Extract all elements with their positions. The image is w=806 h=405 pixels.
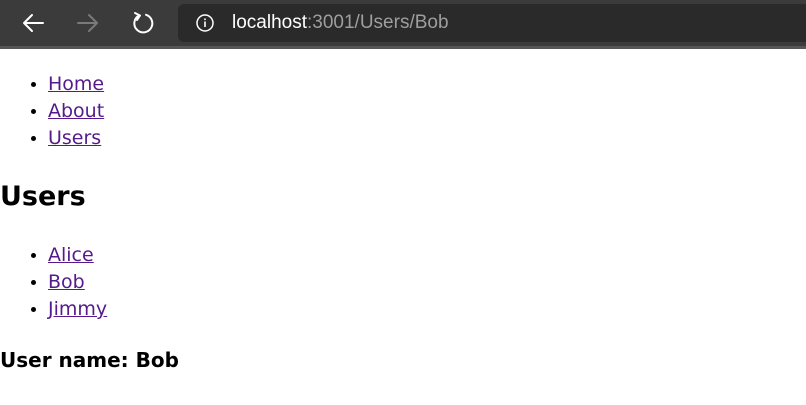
reload-icon (133, 12, 154, 34)
url-host: localhost (232, 12, 307, 33)
user-name-heading: User name: Bob (0, 348, 179, 372)
address-bar[interactable]: localhost:3001/Users/Bob (178, 4, 806, 42)
reload-button[interactable] (128, 9, 158, 37)
forward-arrow-icon (77, 14, 98, 32)
back-arrow-icon (23, 14, 44, 32)
nav-item-about: About (48, 98, 104, 125)
user-item-jimmy: Jimmy (48, 296, 107, 323)
url-text[interactable]: localhost:3001/Users/Bob (232, 12, 449, 34)
page-title: Users (0, 181, 86, 212)
nav-link-about[interactable]: About (48, 100, 104, 122)
user-link-alice[interactable]: Alice (48, 244, 94, 266)
nav-item-users: Users (48, 125, 104, 152)
nav-link-users[interactable]: Users (48, 127, 101, 149)
users-list: Alice Bob Jimmy (0, 242, 107, 323)
info-icon[interactable] (196, 14, 214, 32)
main-nav: Home About Users (0, 71, 104, 152)
user-item-bob: Bob (48, 269, 107, 296)
back-button[interactable] (18, 9, 48, 37)
browser-toolbar: localhost:3001/Users/Bob (0, 0, 806, 49)
url-path: :3001/Users/Bob (307, 12, 449, 33)
user-link-jimmy[interactable]: Jimmy (48, 298, 107, 320)
nav-item-home: Home (48, 71, 104, 98)
forward-button[interactable] (73, 9, 103, 37)
user-link-bob[interactable]: Bob (48, 271, 85, 293)
nav-link-home[interactable]: Home (48, 73, 104, 95)
user-item-alice: Alice (48, 242, 107, 269)
